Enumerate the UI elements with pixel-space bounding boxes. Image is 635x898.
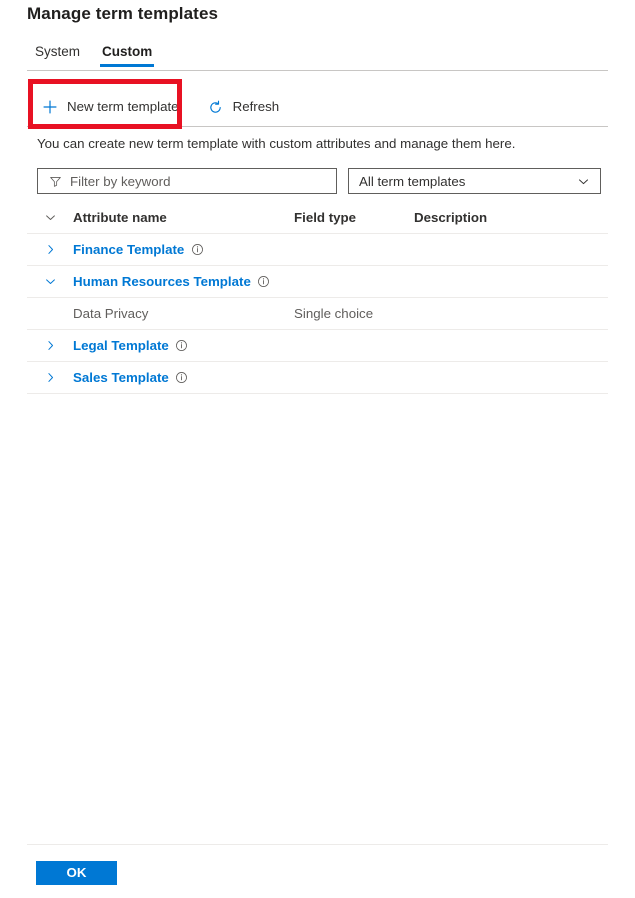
table-cell-field-type: Single choice [294, 306, 374, 321]
footer-divider [27, 844, 608, 845]
term-template-link[interactable]: Sales Template [73, 370, 169, 385]
command-bar-divider [27, 126, 608, 127]
filter-row: All term templates [37, 168, 601, 194]
search-box[interactable] [37, 168, 337, 194]
new-term-template-button[interactable]: New term template [33, 92, 187, 122]
refresh-button[interactable]: Refresh [199, 92, 288, 122]
table-header-row: Attribute name Field type Description [27, 202, 608, 234]
refresh-icon [207, 98, 225, 116]
term-template-link[interactable]: Human Resources Template [73, 274, 251, 289]
term-template-filter-dropdown[interactable]: All term templates [348, 168, 601, 194]
tab-system-label: System [35, 44, 81, 59]
term-template-link[interactable]: Legal Template [73, 338, 169, 353]
column-header-attribute-name-label: Attribute name [73, 210, 167, 225]
table-cell-attribute-name: Sales Template [73, 370, 294, 385]
page-description: You can create new term template with cu… [37, 136, 516, 151]
filter-icon [48, 174, 62, 188]
plus-icon [41, 98, 59, 116]
table-row[interactable]: Human Resources Template [27, 266, 608, 298]
table-row[interactable]: Data Privacy Single choice [27, 298, 608, 330]
chevron-right-icon[interactable] [27, 371, 73, 384]
chevron-right-icon[interactable] [27, 339, 73, 352]
table-row[interactable]: Legal Template [27, 330, 608, 362]
tab-bar-divider [27, 70, 608, 71]
ok-button[interactable]: OK [36, 861, 117, 885]
table-cell-attribute-name: Human Resources Template [73, 274, 294, 289]
info-icon[interactable] [175, 371, 189, 385]
tab-custom[interactable]: Custom [91, 44, 163, 67]
column-header-field-type[interactable]: Field type [294, 210, 414, 225]
table-row[interactable]: Finance Template [27, 234, 608, 266]
info-icon[interactable] [175, 339, 189, 353]
table-row[interactable]: Sales Template [27, 362, 608, 394]
chevron-down-icon[interactable] [27, 275, 73, 288]
column-header-attribute-name[interactable]: Attribute name [73, 210, 294, 225]
new-term-template-label: New term template [67, 99, 179, 115]
chevron-down-icon [576, 174, 590, 188]
term-template-filter-value: All term templates [359, 173, 466, 189]
tab-custom-label: Custom [102, 44, 153, 59]
page-title: Manage term templates [27, 4, 219, 23]
info-icon[interactable] [190, 243, 204, 257]
command-bar: New term template Refresh [33, 92, 287, 122]
table-cell-attribute-name: Data Privacy [73, 306, 294, 321]
tab-system[interactable]: System [27, 44, 91, 67]
collapse-all-chevron-down-icon[interactable] [27, 211, 73, 224]
column-header-description[interactable]: Description [414, 210, 608, 225]
refresh-label: Refresh [232, 99, 280, 115]
table-cell-attribute-name: Finance Template [73, 242, 294, 257]
term-template-link[interactable]: Finance Template [73, 242, 184, 257]
info-icon[interactable] [257, 275, 271, 289]
search-input[interactable] [70, 173, 320, 189]
table-cell-attribute-name: Legal Template [73, 338, 294, 353]
tab-bar: System Custom [27, 44, 163, 71]
term-templates-table: Attribute name Field type Description Fi… [27, 202, 608, 394]
chevron-right-icon[interactable] [27, 243, 73, 256]
attribute-name-label: Data Privacy [73, 306, 149, 321]
